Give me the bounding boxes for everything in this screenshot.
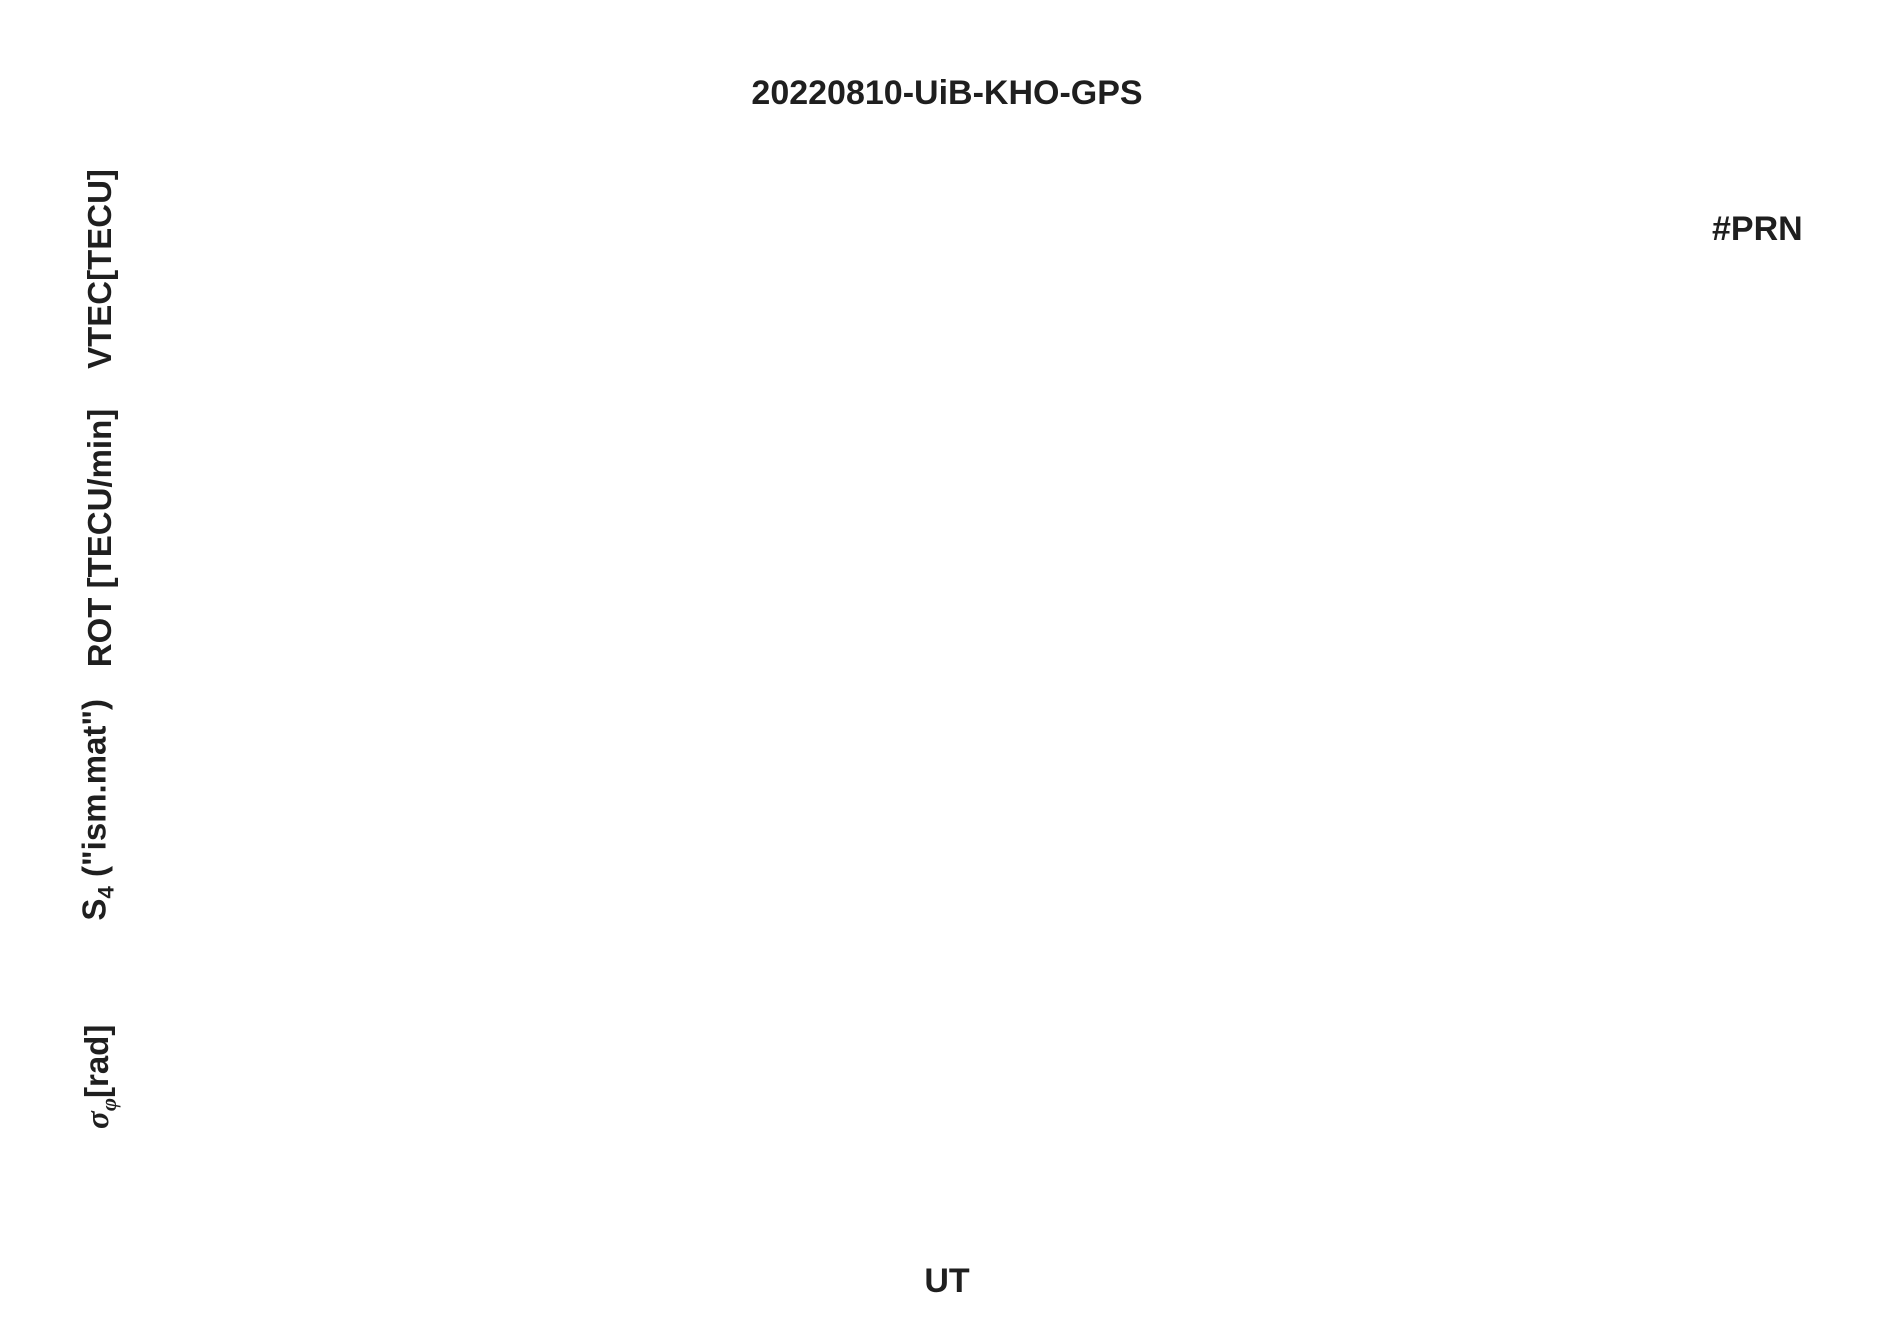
prn-colorbar — [0, 0, 300, 150]
sigma-phi-axis-label: σφ[rad] — [78, 1024, 121, 1129]
s4-axis-label: S4 ("ism.mat") — [75, 698, 119, 921]
colorbar-title: #PRN — [1712, 210, 1803, 248]
figure-root: 20220810-UiB-KHO-GPS VTEC[TECU] ROT [TEC… — [0, 0, 1902, 1330]
chart-title: 20220810-UiB-KHO-GPS — [751, 74, 1143, 112]
x-axis-title: UT — [924, 1262, 970, 1300]
